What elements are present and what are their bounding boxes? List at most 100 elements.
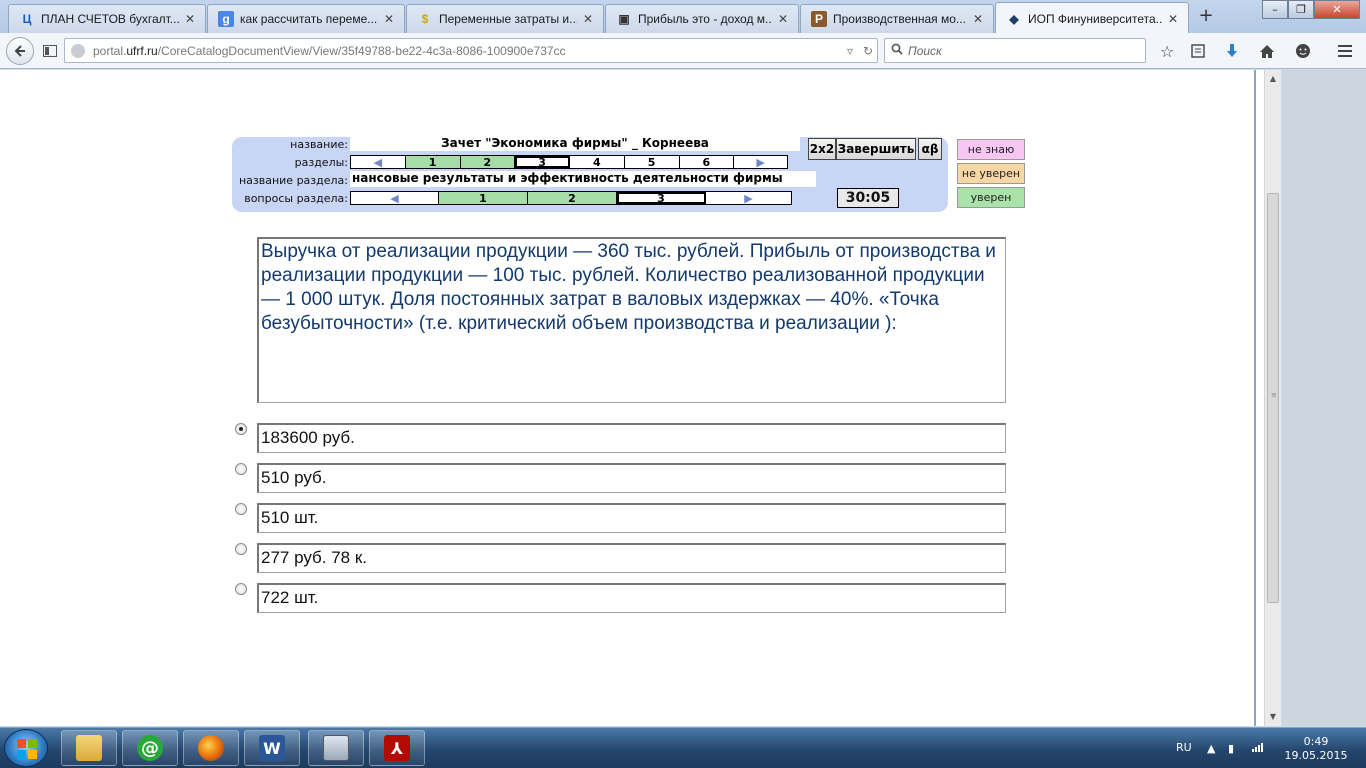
section-tab[interactable]: 2 [460,156,516,169]
site-info-icon[interactable] [71,43,85,58]
answer-text[interactable]: 277 руб. 78 к. [257,543,1006,573]
network-adapter-icon[interactable]: ▮ [1228,742,1234,755]
question-prev-icon[interactable]: ◀ [351,192,439,205]
answer-radio[interactable] [235,583,247,595]
reload-icon[interactable]: ↻ [859,44,877,58]
scrollbar-thumb[interactable]: ≡ [1267,193,1279,603]
search-placeholder: Поиск [908,43,942,58]
page-scrollbar[interactable]: ▲ ≡ ▼ [1264,70,1281,726]
answer-text[interactable]: 183600 руб. [257,423,1006,453]
browser-tab[interactable]: ▣ Прибыль это - доход м... ✕ [605,4,799,33]
answer-text[interactable]: 510 шт. [257,503,1006,533]
tab-close-icon[interactable]: ✕ [776,12,790,26]
restore-button[interactable]: ❐ [1288,0,1314,19]
question-tab[interactable]: 1 [439,192,528,205]
section-questions-label: вопросы раздела: [244,192,348,205]
back-icon[interactable] [6,37,34,65]
system-clock[interactable]: 0:49 19.05.2015 [1281,735,1351,763]
grip-icon: ≡ [1271,391,1277,399]
question-text: Выручка от реализации продукции — 360 ты… [257,237,1006,403]
acrobat-icon: ⅄ [384,735,410,761]
confidence-dont-know-button[interactable]: не знаю [957,139,1025,160]
tab-title: ПЛАН СЧЕТОВ бухгалт... [41,12,179,26]
answer-text[interactable]: 722 шт. [257,583,1006,613]
answer-radio[interactable] [235,463,247,475]
taskbar-word[interactable]: W [244,730,300,766]
download-icon[interactable] [1220,39,1244,63]
dropdown-icon[interactable]: ▿ [841,44,859,58]
confidence-sure-button[interactable]: уверен [957,187,1025,208]
section-tab[interactable]: 6 [680,156,735,169]
alpha-beta-button[interactable]: αβ [918,138,942,160]
answer-radio[interactable] [235,423,247,435]
url-bar[interactable]: portal.ufrf.ru/CoreCatalogDocumentView/V… [64,38,878,63]
answer-option[interactable]: 277 руб. 78 к. [234,543,1006,573]
taskbar-explorer[interactable] [61,730,117,766]
test-title: Зачет "Экономика фирмы" _ Корнеева [350,136,800,151]
browser-tab-active[interactable]: ◆ ИОП Финуниверситета... ✕ [995,2,1189,34]
minimize-button[interactable]: – [1262,0,1288,19]
question-next-icon[interactable]: ▶ [706,192,791,205]
answer-option[interactable]: 510 шт. [234,503,1006,533]
signal-strength-icon[interactable] [1252,742,1266,755]
answer-option[interactable]: 183600 руб. [234,423,1006,453]
grid-2x2-button[interactable]: 2x2 [808,138,836,160]
tab-title: ИОП Финуниверситета... [1028,11,1162,26]
content-right-border [1254,70,1256,726]
answer-radio[interactable] [235,503,247,515]
scroll-down-icon[interactable]: ▼ [1265,710,1281,724]
taskbar-firefox[interactable] [183,730,239,766]
tab-close-icon[interactable]: ✕ [183,12,197,26]
answer-radio[interactable] [235,543,247,555]
window-close-button[interactable]: ✕ [1314,0,1360,19]
tab-close-icon[interactable]: ✕ [581,12,595,26]
reading-list-icon[interactable] [1186,39,1210,63]
tab-favicon-icon: $ [421,12,429,26]
url-text[interactable]: portal.ufrf.ru/CoreCatalogDocumentView/V… [93,44,841,58]
home-icon[interactable] [1255,39,1279,63]
clock-time: 0:49 [1303,735,1329,748]
menu-icon[interactable] [1333,39,1357,63]
firefox-icon [198,735,224,761]
answer-option[interactable]: 722 шт. [234,583,1006,613]
sections-label: разделы: [294,156,348,169]
tab-close-icon[interactable]: ✕ [1166,12,1180,26]
show-hidden-icons-icon[interactable]: ▲ [1207,742,1215,755]
section-tab-current[interactable]: 3 [515,156,570,169]
browser-tab[interactable]: Ц ПЛАН СЧЕТОВ бухгалт... ✕ [8,4,206,33]
test-name-label: название: [290,138,348,151]
confidence-unsure-button[interactable]: не уверен [957,163,1025,184]
answer-text[interactable]: 510 руб. [257,463,1006,493]
language-indicator[interactable]: RU [1176,741,1192,754]
taskbar-mail-agent[interactable]: @ [122,730,178,766]
search-bar[interactable]: Поиск [884,38,1146,63]
smiley-icon[interactable] [1291,39,1315,63]
answer-option[interactable]: 510 руб. [234,463,1006,493]
tab-close-icon[interactable]: ✕ [382,12,396,26]
reader-icon[interactable] [38,39,62,63]
browser-tab[interactable]: g как рассчитать переме... ✕ [207,4,405,33]
question-tab[interactable]: 2 [528,192,617,205]
new-tab-button[interactable]: + [1196,6,1216,26]
start-button[interactable] [4,729,48,767]
window-background [1282,70,1366,726]
section-next-icon[interactable]: ▶ [734,156,787,169]
tab-close-icon[interactable]: ✕ [971,12,985,26]
tab-favicon-icon: P [811,11,827,27]
browser-tab[interactable]: P Производственная мо... ✕ [800,4,994,33]
browser-tab[interactable]: $ Переменные затраты и... ✕ [406,4,604,33]
taskbar-calculator[interactable] [308,730,364,766]
section-tab[interactable]: 5 [625,156,680,169]
windows-taskbar: @ W ⅄ RU ▲ ▮ 0:49 19.05.2015 [0,727,1366,768]
finish-button[interactable]: Завершить [836,138,916,160]
section-tab[interactable]: 1 [405,156,461,169]
section-tab[interactable]: 4 [570,156,625,169]
section-name-label: название раздела: [238,174,348,187]
question-tab-current[interactable]: 3 [617,192,706,205]
sections-navigator: ◀ 1 2 3 4 5 6 ▶ [350,155,788,169]
windows-logo-icon [17,739,37,759]
taskbar-acrobat[interactable]: ⅄ [369,730,425,766]
section-prev-icon[interactable]: ◀ [351,156,406,169]
scroll-up-icon[interactable]: ▲ [1265,72,1281,86]
bookmark-star-icon[interactable]: ☆ [1155,39,1179,63]
